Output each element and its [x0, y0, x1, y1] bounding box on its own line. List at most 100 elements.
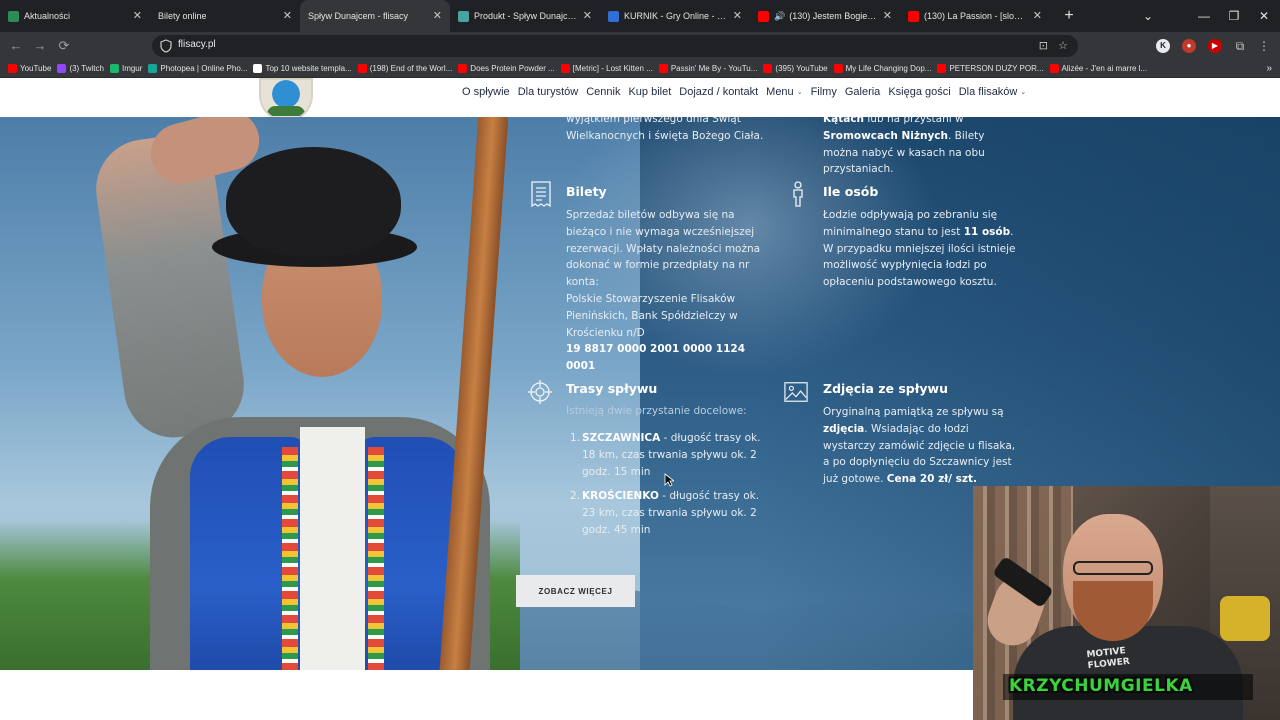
- bookmark-item[interactable]: (198) End of the Worl...: [357, 64, 453, 73]
- browser-tab[interactable]: 🔊 (130) Jestem Bogiem - YouT ✕: [750, 0, 900, 32]
- site-info-icon[interactable]: [160, 39, 172, 53]
- bookmark-item[interactable]: Does Protein Powder ...: [458, 64, 555, 73]
- main-menu: O spływie Dla turystów Cennik Kup bilet …: [462, 86, 1026, 98]
- zobacz-wiecej-button[interactable]: ZOBACZ WIĘCEJ: [516, 575, 635, 607]
- minimize-icon[interactable]: —: [1188, 0, 1220, 32]
- tab-close-icon[interactable]: ✕: [583, 9, 592, 23]
- top-right-text-1: lub na przystani w: [864, 117, 964, 125]
- youtube-extension-icon[interactable]: ▶: [1208, 39, 1222, 53]
- browser-tab[interactable]: Produkt - Spływ Dunajcem + tr ✕: [450, 0, 600, 32]
- browser-tab[interactable]: Spływ Dunajcem - flisacy ✕: [300, 0, 450, 32]
- bookmark-favicon-icon: [458, 64, 468, 73]
- bookmarks-bar: YouTube (3) Twitch Imgur Photopea | Online …: [0, 60, 1280, 78]
- nav-menu-dropdown[interactable]: Menu ⌄: [766, 86, 802, 98]
- address-bar[interactable]: flisacy.pl ⊡ ☆: [152, 35, 1078, 57]
- bookmark-label: My Life Changing Dop...: [845, 64, 932, 73]
- bookmark-item[interactable]: Passin' Me By - YouTu...: [658, 64, 758, 73]
- bookmark-favicon-icon: [57, 64, 67, 73]
- bookmarks-overflow-icon[interactable]: »: [1266, 63, 1272, 74]
- route-name: SZCZAWNICA: [582, 432, 661, 444]
- route-name: KROŚCIENKO: [582, 490, 659, 503]
- nav-filmy[interactable]: Filmy: [811, 86, 837, 98]
- route-number: 2.: [570, 490, 581, 503]
- nav-dla-turystow[interactable]: Dla turystów: [518, 86, 579, 98]
- tab-label: Spływ Dunajcem - flisacy: [308, 11, 409, 21]
- zdjecia-bold: zdjęcia: [823, 422, 865, 435]
- forward-icon[interactable]: →: [32, 38, 48, 54]
- browser-menu-icon[interactable]: ⋮: [1257, 39, 1271, 53]
- nav-dla-flisakow-dropdown[interactable]: Dla flisaków ⌄: [959, 86, 1027, 98]
- chevron-down-icon: ⌄: [1020, 89, 1027, 96]
- extensions-puzzle-icon[interactable]: ⧉: [1233, 39, 1247, 53]
- tab-audio-icon[interactable]: 🔊: [774, 11, 785, 22]
- account-number: 19 8817 0000 2001 0000 1124 0001: [566, 343, 746, 372]
- trasy-intro: Istnieją dwie przystanie docelowe:: [566, 405, 747, 417]
- kaaty-bold: Kątach: [823, 117, 865, 125]
- bookmark-label: Photopea | Online Pho...: [160, 64, 248, 73]
- tab-favicon-icon: [608, 10, 619, 22]
- tab-bar: Aktualności ✕ Bilety online ✕ Spływ Dunajcem…: [0, 0, 1280, 32]
- bookmark-item[interactable]: [Metric] - Lost Kitten ...: [560, 64, 653, 73]
- bookmark-label: Top 10 website templa...: [265, 64, 352, 73]
- bookmark-star-icon[interactable]: ☆: [1058, 39, 1068, 52]
- bookmark-item[interactable]: Top 10 website templa...: [253, 64, 352, 73]
- bookmark-item[interactable]: Imgur: [109, 64, 142, 73]
- bookmark-favicon-icon: [658, 64, 668, 73]
- site-logo[interactable]: [259, 78, 313, 122]
- bookmark-favicon-icon: [357, 64, 367, 73]
- logo-hills-graphic: [267, 106, 305, 116]
- extension-k-icon[interactable]: K: [1156, 39, 1170, 53]
- tab-close-icon[interactable]: ✕: [883, 9, 892, 23]
- browser-tab[interactable]: Aktualności ✕: [0, 0, 150, 32]
- receipt-icon: [531, 181, 551, 207]
- bookmark-favicon-icon: [148, 64, 158, 73]
- bookmark-favicon-icon: [763, 64, 773, 73]
- tab-search-icon[interactable]: ⌄: [1132, 0, 1164, 32]
- bilety-text: Sprzedaż biletów odbywa się na bieżąco i…: [566, 209, 761, 289]
- back-icon[interactable]: ←: [8, 38, 24, 54]
- bookmark-favicon-icon: [937, 64, 947, 73]
- trasy-title: Trasy spływu: [566, 381, 658, 396]
- nav-ksiega-gosci[interactable]: Księga gości: [888, 86, 950, 98]
- close-window-icon[interactable]: ✕: [1248, 0, 1280, 32]
- new-tab-button[interactable]: +: [1058, 7, 1080, 25]
- tab-favicon-icon: [458, 10, 469, 22]
- browser-tab[interactable]: Bilety online ✕: [150, 0, 300, 32]
- bookmark-item[interactable]: Alizée - J'en ai marre l...: [1049, 64, 1148, 73]
- bookmark-label: Alizée - J'en ai marre l...: [1061, 64, 1148, 73]
- tab-close-icon[interactable]: ✕: [133, 9, 142, 23]
- tab-close-icon[interactable]: ✕: [283, 9, 292, 23]
- bookmark-item[interactable]: (395) YouTube: [763, 64, 828, 73]
- maximize-icon[interactable]: ❐: [1218, 0, 1250, 32]
- zdjecia-price: Cena 20 zł/ szt.: [886, 473, 977, 486]
- install-app-icon[interactable]: ⊡: [1039, 39, 1048, 52]
- url-text: flisacy.pl: [178, 39, 216, 50]
- nav-cennik[interactable]: Cennik: [586, 86, 620, 98]
- bookmark-favicon-icon: [253, 64, 263, 73]
- bookmark-label: Passin' Me By - YouTu...: [670, 64, 758, 73]
- nav-galeria[interactable]: Galeria: [845, 86, 880, 98]
- tab-close-icon[interactable]: ✕: [433, 9, 442, 23]
- reload-icon[interactable]: ⟳: [56, 38, 72, 54]
- browser-tab[interactable]: KURNIK - Gry Online - Szachy, E ✕: [600, 0, 750, 32]
- bookmark-item[interactable]: Photopea | Online Pho...: [148, 64, 247, 73]
- zdjecia-text: Oryginalną pamiątką ze spływu są zdjęcia…: [823, 404, 1019, 488]
- bookmark-item[interactable]: PETERSON DUŻY POR...: [937, 64, 1044, 73]
- bookmark-item[interactable]: YouTube: [8, 64, 51, 73]
- bookmark-item[interactable]: (3) Twitch: [57, 64, 104, 73]
- webcam-overlay: MOTIVE FLOWER KRZYCHUMGIELKA: [973, 486, 1280, 720]
- zdjecia-title: Zdjęcia ze spływu: [823, 381, 948, 396]
- bookmark-item[interactable]: My Life Changing Dop...: [833, 64, 932, 73]
- adblock-extension-icon[interactable]: ●: [1182, 39, 1196, 53]
- tab-close-icon[interactable]: ✕: [733, 9, 742, 23]
- image-icon: [784, 382, 808, 402]
- browser-tab[interactable]: (130) La Passion - [slowed + rev ✕: [900, 0, 1050, 32]
- tab-close-icon[interactable]: ✕: [1033, 9, 1042, 23]
- nav-dojazd-kontakt[interactable]: Dojazd / kontakt: [679, 86, 758, 98]
- nav-o-splywie[interactable]: O spływie: [462, 86, 510, 98]
- bookmark-label: (198) End of the Worl...: [369, 64, 453, 73]
- chevron-down-icon: ⌄: [796, 89, 803, 96]
- toolbar: ← → ⟳ flisacy.pl ⊡ ☆ K ● ▶ ⧉ ⋮: [0, 32, 1280, 60]
- bookmark-favicon-icon: [560, 64, 570, 73]
- nav-kup-bilet[interactable]: Kup bilet: [628, 86, 671, 98]
